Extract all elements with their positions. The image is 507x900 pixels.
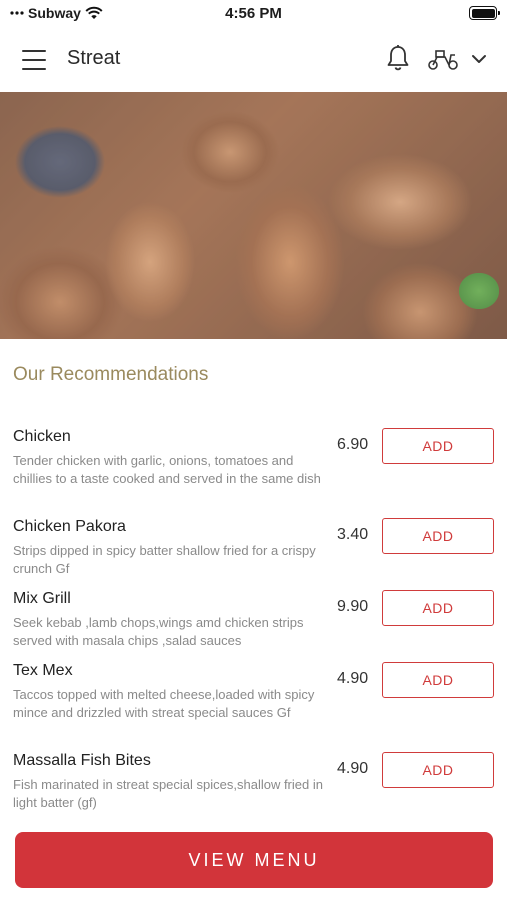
hero-food-image — [0, 92, 507, 339]
item-price: 9.90 — [337, 598, 369, 615]
item-name: Mix Grill — [13, 590, 71, 607]
battery-icon — [469, 6, 500, 20]
app-header: Streat — [0, 30, 507, 90]
add-button[interactable]: ADD — [382, 428, 494, 464]
item-name: Chicken — [13, 428, 71, 445]
status-right — [469, 6, 500, 20]
chevron-down-icon[interactable] — [470, 50, 488, 68]
item-name: Tex Mex — [13, 662, 73, 679]
add-button[interactable]: ADD — [382, 752, 494, 788]
app-title: Streat — [67, 47, 121, 69]
item-name: Chicken Pakora — [13, 518, 126, 535]
status-bar: Subway 4:56 PM — [0, 0, 507, 28]
item-price: 6.90 — [337, 436, 369, 453]
add-button[interactable]: ADD — [382, 590, 494, 626]
item-price: 4.90 — [337, 670, 369, 687]
item-name: Massalla Fish Bites — [13, 752, 151, 769]
status-time: 4:56 PM — [225, 5, 282, 22]
hero-overlay — [0, 92, 507, 339]
item-description: Taccos topped with melted cheese,loaded … — [13, 687, 315, 720]
item-price: 3.40 — [337, 526, 369, 543]
item-description: Strips dipped in spicy batter shallow fr… — [13, 543, 316, 576]
item-price: 4.90 — [337, 760, 369, 777]
add-button[interactable]: ADD — [382, 518, 494, 554]
hamburger-menu-icon[interactable] — [22, 50, 46, 70]
item-description: Seek kebab ,lamb chops,wings amd chicken… — [13, 615, 304, 648]
scooter-delivery-icon[interactable] — [427, 46, 459, 72]
add-button[interactable]: ADD — [382, 662, 494, 698]
recommendations-title: Our Recommendations — [13, 364, 209, 385]
bell-icon[interactable] — [385, 44, 411, 72]
item-description: Tender chicken with garlic, onions, toma… — [13, 453, 321, 486]
view-menu-button[interactable]: VIEW MENU — [15, 832, 493, 888]
item-description: Fish marinated in streat special spices,… — [13, 777, 323, 810]
